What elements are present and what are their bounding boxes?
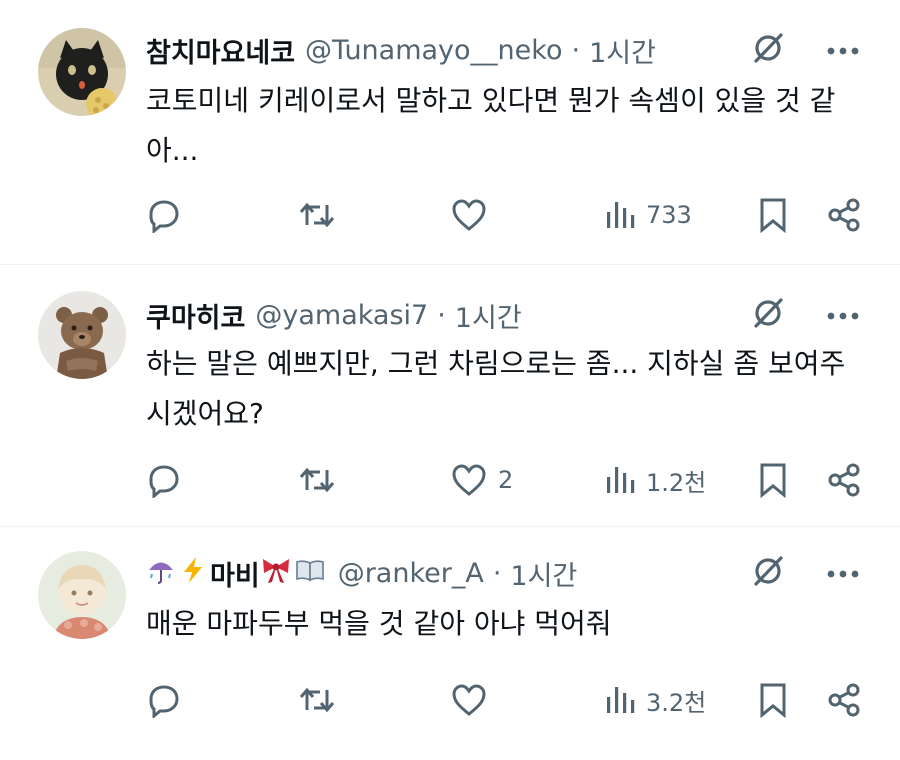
- heart-icon: [450, 682, 488, 718]
- like-button[interactable]: [450, 192, 498, 238]
- more-options-icon[interactable]: [826, 41, 860, 60]
- bookmark-button[interactable]: [758, 192, 788, 238]
- tweet-actions: 2 1.2천: [146, 457, 862, 503]
- tweet-top-actions: [750, 28, 860, 72]
- tweet-text: 매운 마파두부 먹을 것 같아 아냐 먹어줘: [146, 607, 612, 640]
- retweet-icon: [298, 462, 336, 498]
- reply-button[interactable]: [146, 192, 182, 238]
- views-icon: [604, 685, 636, 715]
- retweet-button[interactable]: [298, 192, 336, 238]
- share-button[interactable]: [826, 677, 862, 723]
- heart-icon: [450, 197, 488, 233]
- user-handle[interactable]: @yamakasi7: [255, 300, 428, 331]
- reply-icon: [146, 682, 182, 718]
- tweet-2[interactable]: 쿠마히코 @yamakasi7 · 1시간 하는 말은 예쁘지만, 그런 차림으…: [0, 265, 900, 527]
- reply-button[interactable]: [146, 677, 182, 723]
- display-name[interactable]: 쿠마히코: [146, 296, 245, 335]
- tweet-3[interactable]: 마비 @ranker_A · 1시간 매운 마파두부 먹을 것 같아 아냐 먹어…: [0, 527, 900, 760]
- separator-dot: ·: [437, 299, 446, 331]
- avatar[interactable]: [38, 551, 126, 639]
- like-count: 2: [498, 466, 514, 494]
- share-button[interactable]: [826, 457, 862, 503]
- timestamp[interactable]: 1시간: [455, 296, 522, 335]
- view-count: 733: [646, 201, 692, 229]
- open-book-icon: [294, 555, 326, 592]
- retweet-button[interactable]: [298, 677, 336, 723]
- grok-icon[interactable]: [750, 30, 786, 70]
- reply-button[interactable]: [146, 457, 182, 503]
- tweet-top-actions: [750, 293, 860, 337]
- separator-dot: ·: [571, 34, 581, 66]
- retweet-button[interactable]: [298, 457, 336, 503]
- share-icon: [826, 197, 862, 233]
- display-name[interactable]: 마비: [210, 554, 260, 593]
- bookmark-icon: [758, 462, 788, 498]
- heart-icon: [450, 462, 488, 498]
- views-button[interactable]: 1.2천: [604, 457, 706, 503]
- umbrella-rain-icon: [146, 555, 176, 592]
- avatar[interactable]: [38, 291, 126, 379]
- bookmark-icon: [758, 197, 788, 233]
- views-button[interactable]: 733: [604, 192, 692, 238]
- tweet-header: 참치마요네코 @Tunamayo__neko · 1시간: [146, 28, 780, 72]
- bookmark-button[interactable]: [758, 457, 788, 503]
- share-icon: [826, 682, 862, 718]
- retweet-icon: [298, 197, 336, 233]
- view-count: 3.2천: [646, 688, 707, 717]
- tweet-actions: 3.2천: [146, 677, 862, 723]
- grok-icon[interactable]: [750, 295, 786, 335]
- grok-icon[interactable]: [750, 553, 786, 593]
- more-options-icon[interactable]: [826, 306, 860, 325]
- share-button[interactable]: [826, 192, 862, 238]
- like-button[interactable]: [450, 677, 498, 723]
- retweet-icon: [298, 682, 336, 718]
- timestamp[interactable]: 1시간: [510, 554, 577, 593]
- tweet-actions: 733: [146, 192, 862, 238]
- tweet-text: 하는 말은 예쁘지만, 그런 차림으로는 좀... 지하실 좀 보여주시겠어요?: [146, 347, 846, 430]
- bookmark-icon: [758, 682, 788, 718]
- tweet-header: 마비 @ranker_A · 1시간: [146, 551, 780, 595]
- display-name[interactable]: 참치마요네코: [146, 31, 295, 70]
- reply-icon: [146, 462, 182, 498]
- avatar[interactable]: [38, 28, 126, 116]
- user-handle[interactable]: @Tunamayo__neko: [305, 35, 562, 66]
- bookmark-button[interactable]: [758, 677, 788, 723]
- tweet-top-actions: [750, 551, 860, 595]
- view-count: 1.2천: [646, 468, 707, 497]
- more-options-icon[interactable]: [826, 564, 860, 583]
- tweet-text: 코토미네 키레이로서 말하고 있다면 뭔가 속셈이 있을 것 같아...: [146, 84, 836, 167]
- share-icon: [826, 462, 862, 498]
- separator-dot: ·: [492, 557, 502, 589]
- views-icon: [604, 200, 636, 230]
- ribbon-icon: [260, 555, 292, 592]
- tweet-1[interactable]: 참치마요네코 @Tunamayo__neko · 1시간 코토미네 키레이로서 …: [0, 0, 900, 265]
- like-button[interactable]: 2: [450, 457, 513, 503]
- views-button[interactable]: 3.2천: [604, 677, 706, 723]
- lightning-icon: [178, 555, 208, 592]
- views-icon: [604, 465, 636, 495]
- reply-icon: [146, 197, 182, 233]
- tweet-header: 쿠마히코 @yamakasi7 · 1시간: [146, 293, 780, 337]
- user-handle[interactable]: @ranker_A: [338, 558, 484, 589]
- timestamp[interactable]: 1시간: [589, 31, 656, 70]
